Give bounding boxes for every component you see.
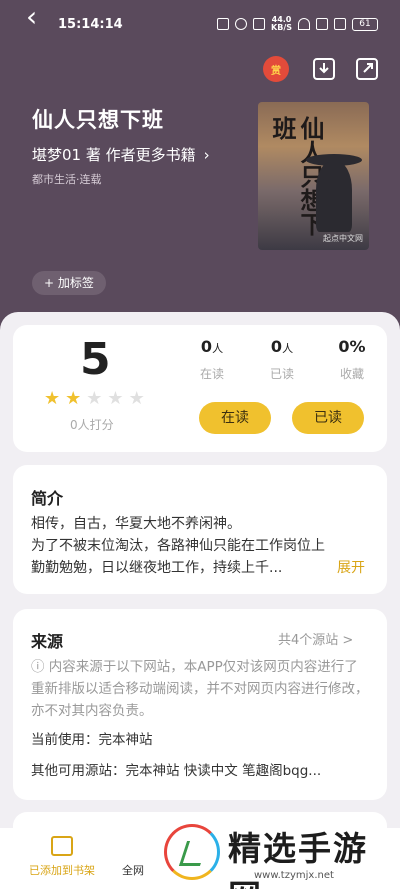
reading-label: 在读 [199,367,224,381]
watermark-url: www.tzymjx.net [254,870,334,881]
read-num: 0 [270,337,283,356]
intro-text: 相传，自古，华夏大地不养闲神。 为了不被末位淘汰，各路神仙只能在工作岗位上 勤勤… [31,513,371,579]
intro-line: 为了不被末位淘汰，各路神仙只能在工作岗位上 [31,538,325,554]
current-source[interactable]: 当前使用：完本神站 [31,728,153,748]
star-icon[interactable]: ★ [65,388,81,409]
intro-title: 简介 [31,489,64,508]
star-icon[interactable]: ★ [86,388,102,409]
hd-icon [316,18,328,30]
book-header: 15:14:14 44.0 KB/S 61 ‹ 赏 仙人只想下班 堪梦01 著 … [0,0,400,340]
signal-icon [334,18,346,30]
reading-unit: 人 [212,342,224,355]
red-envelope-icon[interactable]: 赏 [263,56,289,82]
read-unit: 人 [282,342,294,355]
source-title: 来源 [31,632,64,651]
book-title: 仙人只想下班 [32,108,164,132]
vibrate-icon [253,18,266,30]
share-icon[interactable] [356,58,378,80]
raters-count: 0人打分 [70,418,114,432]
rating-stars[interactable]: ★ ★ ★ ★ ★ [44,388,145,409]
intro-line: 相传，自古，华夏大地不养闲神。 [31,516,241,532]
stat-read: 0人 已读 [252,337,312,382]
bookshelf-icon [51,836,73,856]
source-count-link[interactable]: 共4个源站 > [278,629,353,648]
shelf-button[interactable]: 已添加到书架 [22,836,102,878]
status-time: 15:14:14 [58,16,123,32]
book-cover[interactable]: 仙人只想下班 起点中文网 [258,102,369,250]
intro-line: 勤勤勉勉，日以继夜地工作，持续上千... [31,560,283,576]
star-icon[interactable]: ★ [44,388,60,409]
star-icon[interactable]: ★ [129,388,145,409]
fav-num: 0% [338,337,366,356]
download-icon[interactable] [313,58,335,80]
chevron-right-icon: › [203,145,210,164]
add-tag-button[interactable]: + 加标签 [32,271,106,295]
status-bar: 15:14:14 44.0 KB/S 61 [0,0,400,48]
stat-favorite: 0% 收藏 [322,337,382,382]
author-link[interactable]: 堪梦01 著 作者更多书籍 › [32,144,210,165]
net-speed: 44.0 KB/S [271,15,292,32]
score: 5 [80,334,111,385]
author-line: 堪梦01 著 作者更多书籍 [32,146,196,164]
nfc-icon [217,18,230,30]
stat-reading: 0人 在读 [182,337,242,382]
read-button[interactable]: 已读 [292,402,364,434]
read-label: 已读 [269,367,294,381]
all-net-label[interactable]: 全网 [122,862,144,878]
star-icon[interactable]: ★ [107,388,123,409]
reading-button[interactable]: 在读 [199,402,271,434]
source-note: ⓘ 内容来源于以下网站，本APP仅对该网页内容进行了重新排版以适合移动端阅读，并… [31,659,369,719]
reading-num: 0 [200,337,213,356]
cover-watermark: 起点中文网 [323,234,363,243]
battery-icon: 61 [352,17,378,31]
status-icons: 44.0 KB/S 61 [217,16,378,32]
other-sources[interactable]: 其他可用源站：完本神站 快读中文 笔趣阁bqg... [31,759,321,779]
expand-button[interactable]: 展开 [337,557,365,577]
wifi-icon [298,18,310,30]
watermark-logo-icon [164,824,220,880]
fav-label: 收藏 [339,367,364,381]
alarm-icon [235,18,248,30]
shelf-label: 已添加到书架 [29,864,95,877]
cover-figure [316,162,352,232]
back-button[interactable]: ‹ [26,3,50,32]
site-watermark: 精选手游网 www.tzymjx.net [156,818,400,889]
book-category: 都市生活·连载 [32,173,102,186]
